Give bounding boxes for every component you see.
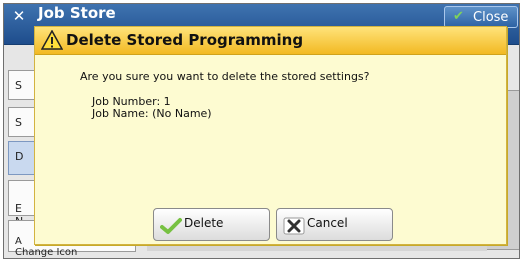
sidebar-item-label: S bbox=[15, 79, 22, 92]
delete-dialog: Delete Stored Programming Are you sure y… bbox=[34, 26, 507, 245]
warning-triangle-icon bbox=[40, 29, 64, 50]
delete-button[interactable]: Delete bbox=[153, 208, 270, 241]
sidebar-item-label: S bbox=[15, 116, 22, 129]
job-store-screen: ✕ Job Store ✔ Close S S D E N A Change I… bbox=[3, 3, 520, 259]
dialog-header: Delete Stored Programming bbox=[35, 27, 506, 55]
job-name: Job Name: (No Name) bbox=[92, 107, 212, 120]
x-icon bbox=[283, 217, 305, 235]
cancel-button[interactable]: Cancel bbox=[276, 208, 393, 241]
dialog-title: Delete Stored Programming bbox=[66, 31, 304, 49]
cancel-button-label: Cancel bbox=[307, 216, 348, 230]
checkmark-icon: ✔ bbox=[453, 9, 464, 24]
close-button-label: Close bbox=[473, 10, 509, 25]
window-title: Job Store bbox=[38, 4, 116, 22]
sidebar-item-label: D bbox=[15, 150, 24, 163]
close-button[interactable]: ✔ Close bbox=[444, 6, 518, 28]
checkmark-icon bbox=[160, 217, 182, 235]
delete-button-label: Delete bbox=[184, 216, 224, 230]
dialog-message: Are you sure you want to delete the stor… bbox=[80, 70, 370, 83]
tools-icon: ✕ bbox=[12, 7, 26, 25]
